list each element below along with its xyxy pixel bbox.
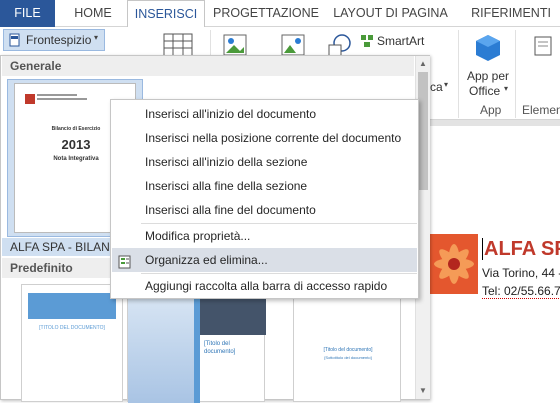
- document-page[interactable]: ALFA SPA Via Torino, 44 - Tel: 02/55.66.…: [430, 126, 560, 400]
- cover-thumbnail-3[interactable]: [Titolo del documento] [Sottotitolo del …: [293, 284, 401, 402]
- menu-item-insert-doc-end[interactable]: Inserisci alla fine del documento: [112, 198, 417, 222]
- group-label-app: App: [480, 103, 502, 117]
- thumb2-title-line1: [Titolo del: [204, 341, 230, 347]
- organize-icon: [118, 253, 132, 269]
- text-cursor: [482, 238, 483, 260]
- scrollbar-thumb[interactable]: [418, 72, 428, 190]
- chevron-down-icon: ▾: [444, 80, 449, 89]
- apps-for-office-label-line2: Office: [469, 84, 501, 98]
- menu-item-edit-properties[interactable]: Modifica proprietà...: [112, 224, 417, 248]
- thumb2-title-line2: documento]: [204, 349, 236, 355]
- cover-thumbnail-1[interactable]: [TITOLO DEL DOCUMENTO]: [21, 284, 123, 402]
- menu-item-insert-section-start[interactable]: Inserisci all'inizio della sezione: [112, 150, 417, 174]
- scroll-down-icon[interactable]: ▼: [419, 386, 427, 395]
- company-phone[interactable]: Tel: 02/55.66.7: [482, 284, 560, 299]
- tab-page-layout[interactable]: LAYOUT DI PAGINA: [328, 0, 453, 27]
- menu-item-organize-delete[interactable]: Organizza ed elimina...: [112, 248, 417, 272]
- smartart-button[interactable]: SmartArt: [360, 33, 438, 51]
- ribbon-tab-bar: FILE HOME INSERISCI PROGETTAZIONE LAYOUT…: [0, 0, 560, 28]
- chevron-down-icon: ▾: [94, 33, 99, 42]
- company-name[interactable]: ALFA SPA: [484, 238, 560, 261]
- chart-label-partial: ca: [430, 80, 443, 94]
- section-header-general: Generale: [2, 56, 414, 76]
- cover-thumbnail-2[interactable]: [Titolo del documento]: [127, 284, 266, 403]
- apps-for-office-label-line1: App per: [467, 69, 510, 83]
- tab-insert[interactable]: INSERISCI: [127, 0, 205, 28]
- smartart-label: SmartArt: [377, 34, 425, 48]
- group-label-elements: Element: [522, 103, 560, 117]
- cover-page-label: Frontespizio: [26, 33, 92, 47]
- thumb3-subtitle: [Sottotitolo del documento]: [324, 355, 372, 360]
- thumb1-title: [TITOLO DEL DOCUMENTO]: [39, 325, 105, 331]
- tab-references[interactable]: RIFERIMENTI: [462, 0, 560, 27]
- year-text: 2013: [61, 137, 91, 152]
- logo-mark: [25, 94, 35, 104]
- menu-item-organize-delete-label: Organizza ed elimina...: [145, 253, 268, 267]
- smartart-icon: [360, 34, 374, 48]
- menu-item-insert-doc-start[interactable]: Inserisci all'inizio del documento: [112, 102, 417, 126]
- chevron-down-icon: ▾: [504, 84, 509, 93]
- menu-item-add-to-quick-access[interactable]: Aggiungi raccolta alla barra di accesso …: [112, 274, 417, 298]
- cover-page-icon: [8, 33, 22, 47]
- company-address[interactable]: Via Torino, 44 -: [482, 266, 560, 280]
- tab-design[interactable]: PROGETTAZIONE: [210, 0, 322, 27]
- apps-for-office-button[interactable]: App per Office ▾: [462, 31, 514, 99]
- office-store-icon: [474, 33, 502, 63]
- scroll-up-icon[interactable]: ▲: [419, 59, 427, 68]
- cover-page-button[interactable]: Frontespizio ▾: [3, 29, 105, 51]
- decorative-flower-image: [430, 234, 478, 294]
- tab-home[interactable]: HOME: [62, 0, 124, 27]
- elements-icon[interactable]: [533, 35, 553, 57]
- thumb3-title: [Titolo del documento]: [323, 347, 373, 353]
- cover-page-context-menu: Inserisci all'inizio del documento Inser…: [110, 99, 419, 299]
- menu-item-insert-current-position[interactable]: Inserisci nella posizione corrente del d…: [112, 126, 417, 150]
- tab-file[interactable]: FILE: [0, 0, 55, 27]
- menu-item-insert-section-end[interactable]: Inserisci alla fine della sezione: [112, 174, 417, 198]
